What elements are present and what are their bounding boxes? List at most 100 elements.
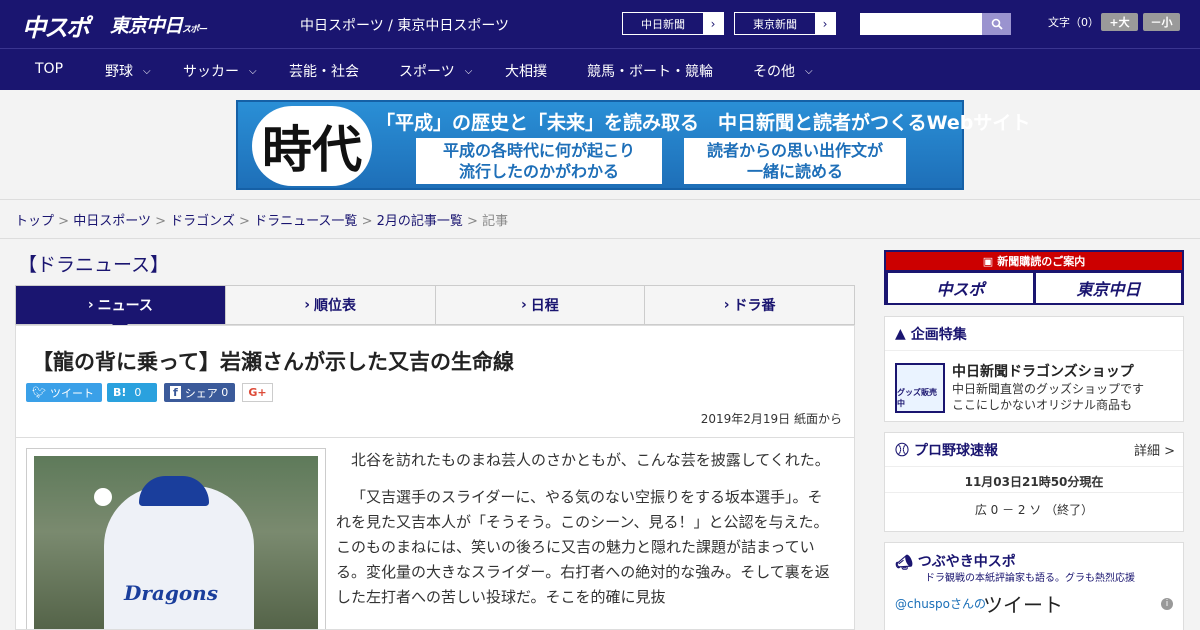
nav-item-top[interactable]: TOP	[35, 61, 63, 77]
score-detail-link[interactable]: 詳細 >	[1134, 440, 1175, 459]
banner-box-line: 平成の各時代に何が起こり	[442, 141, 635, 160]
nav-item-other[interactable]: その他 ⌵	[753, 61, 813, 81]
search-button[interactable]	[982, 13, 1011, 35]
chevron-right-icon: ›	[703, 13, 723, 34]
feature-box: ▲ 企画特集 グッズ販売中 中日新聞ドラゴンズショップ 中日新聞直営のグッズショッ…	[884, 316, 1184, 422]
banner-box-line: 流行したのかがわかる	[458, 162, 619, 181]
score-heading-text: プロ野球速報	[914, 442, 998, 459]
facebook-share-button[interactable]: f シェア 0	[164, 383, 235, 402]
twitter-subtitle: ドラ観戦の本紙評論家も語る。グラも熱烈応援	[925, 573, 1135, 584]
font-size-label: 文字（0）	[1048, 16, 1099, 29]
pin-icon: ▲	[895, 325, 906, 342]
section-tabs: › ニュース › 順位表 › 日程 › ドラ番	[15, 285, 855, 332]
breadcrumb-link[interactable]: 2月の記事一覧	[377, 214, 463, 229]
breadcrumb-link[interactable]: トップ	[15, 214, 54, 229]
breadcrumb-current: 記事	[482, 214, 509, 229]
chevron-down-icon: ⌵	[805, 65, 813, 77]
font-larger-button[interactable]: +大	[1101, 13, 1138, 31]
tokyo-shimbun-label: 東京新聞	[753, 17, 797, 31]
banner-box-memories: 読者からの思い出作文が 一緒に読める	[684, 138, 906, 184]
nav-item-soccer[interactable]: サッカー ⌵	[183, 61, 257, 81]
nav-label: TOP	[35, 61, 64, 77]
breadcrumb-separator: >	[239, 214, 250, 229]
chunichi-shimbun-link[interactable]: 中日新聞 ›	[622, 12, 724, 35]
banner-headline: 「平成」の歴史と「未来」を読み取る 中日新聞と読者がつくるWebサイト	[376, 112, 1031, 134]
dragons-shop-image[interactable]: グッズ販売中	[895, 363, 945, 413]
tweet-button[interactable]: 🐦︎ ツイート	[26, 383, 102, 402]
chevron-right-icon: ›	[723, 297, 730, 313]
breadcrumb: トップ > 中日スポーツ > ドラゴンズ > ドラニュース一覧 > 2月の記事一…	[15, 210, 508, 229]
breadcrumb-link[interactable]: 中日スポーツ	[73, 214, 151, 229]
nav-label: サッカー	[183, 64, 239, 80]
breadcrumb-separator: >	[155, 214, 166, 229]
breadcrumb-separator: >	[361, 214, 373, 229]
baseball	[94, 488, 112, 506]
player-cap	[139, 476, 209, 506]
jersey-logo: Dragons	[124, 581, 218, 605]
subscribe-chuspo-button[interactable]: 中スポ	[888, 273, 1033, 303]
facebook-icon: f	[170, 386, 181, 399]
article-title: 【龍の背に乗って】岩瀬さんが示した又吉の生命線	[32, 350, 514, 374]
section-title: 【ドラニュース】	[18, 254, 170, 276]
nav-label: 野球	[105, 64, 133, 80]
divider	[16, 437, 854, 438]
main-nav: TOP 野球 ⌵ サッカー ⌵ 芸能・社会 スポーツ ⌵ 大相撲 競馬・ボート・競輪 …	[0, 48, 1200, 90]
tweets-label: ツイート	[983, 593, 1063, 617]
tab-label: ドラ番	[733, 298, 776, 314]
nav-item-entertainment[interactable]: 芸能・社会	[289, 61, 359, 81]
nav-item-racing[interactable]: 競馬・ボート・競輪	[587, 61, 713, 81]
twitter-handle[interactable]: @chuspoさんの	[895, 595, 986, 612]
feature-heading-text: 企画特集	[910, 326, 967, 343]
breadcrumb-link[interactable]: ドラニュース一覧	[254, 214, 357, 229]
shop-title[interactable]: 中日新聞ドラゴンズショップ	[952, 361, 1134, 381]
chuspo-logo[interactable]: 中スポ	[22, 8, 102, 42]
site-header: 中スポ 東京中日スポーツ 中日スポーツ / 東京中日スポーツ 中日新聞 › 東京…	[0, 0, 1200, 58]
newspaper-icon: ▣	[982, 254, 994, 268]
article-body: 北谷を訪れたものまね芸人のさかともが、こんな芸を披露してくれた。 「又吉選手のス…	[336, 448, 836, 622]
jidai-banner[interactable]: 時代 「平成」の歴史と「未来」を読み取る 中日新聞と読者がつくるWebサイト 平…	[236, 100, 1031, 190]
breadcrumb-separator: >	[58, 214, 70, 229]
google-plus-button[interactable]: G+	[242, 383, 273, 402]
tokyo-shimbun-link[interactable]: 東京新聞 ›	[734, 12, 836, 35]
hatena-icon: B!	[113, 386, 127, 399]
nav-item-sports[interactable]: スポーツ ⌵	[399, 61, 472, 81]
nav-label: 大相撲	[505, 64, 547, 80]
info-icon[interactable]: i	[1161, 598, 1173, 610]
chunichi-shimbun-label: 中日新聞	[641, 17, 685, 31]
breadcrumb-link[interactable]: ドラゴンズ	[170, 214, 235, 229]
banner-box-history: 平成の各時代に何が起こり 流行したのかがわかる	[416, 138, 662, 184]
tab-dora-ban[interactable]: › ドラ番	[645, 286, 854, 324]
subscription-heading-text: 新聞購読のご案内	[997, 255, 1086, 268]
site-title: 中日スポーツ / 東京中日スポーツ	[300, 18, 510, 34]
chevron-down-icon: ⌵	[464, 65, 473, 77]
nav-item-baseball[interactable]: 野球 ⌵	[105, 61, 151, 81]
font-smaller-button[interactable]: －小	[1143, 13, 1180, 31]
subscription-box: ▣ 新聞購読のご案内 中スポ 東京中日	[884, 250, 1184, 305]
article-photo[interactable]: Dragons	[34, 456, 318, 629]
subscription-heading: ▣ 新聞購読のご案内	[886, 252, 1182, 270]
tab-schedule[interactable]: › 日程	[435, 286, 646, 324]
tab-standings[interactable]: › 順位表	[225, 286, 436, 324]
tab-label: ニュース	[97, 298, 153, 314]
score-box: ⚾︎ プロ野球速報 詳細 > 11月03日21時50分現在 広 0 － 2 ソ （終…	[884, 432, 1184, 532]
nav-label: その他	[753, 64, 795, 80]
nav-label: 芸能・社会	[289, 64, 359, 80]
search-icon	[991, 18, 1003, 30]
nav-item-sumo[interactable]: 大相撲	[505, 61, 547, 81]
tokyo-chunichi-logo[interactable]: 東京中日スポーツ	[110, 11, 210, 58]
subscribe-tokyo-button[interactable]: 東京中日	[1036, 273, 1181, 303]
twitter-icon: 🐦︎	[32, 386, 46, 399]
tab-news[interactable]: › ニュース	[16, 286, 226, 332]
chevron-right-icon: ›	[304, 297, 311, 313]
facebook-count: 0	[221, 386, 229, 399]
article: 【龍の背に乗って】岩瀬さんが示した又吉の生命線 🐦︎ ツイート B! 0 f シェア …	[15, 325, 855, 630]
shop-desc-line: 中日新聞直営のグッズショップです	[952, 382, 1145, 396]
score-result[interactable]: 広 0 － 2 ソ （終了）	[885, 493, 1183, 518]
article-dateline: 2019年2月19日 紙面から	[700, 412, 842, 426]
article-paragraph: 「又吉選手のスライダーに、やる気のない空振りをする坂本選手」。それを見た又吉本人…	[336, 488, 830, 606]
hatena-bookmark-button[interactable]: B! 0	[107, 383, 157, 402]
banner-logo: 時代	[252, 106, 372, 186]
search-input[interactable]	[860, 13, 982, 35]
twitter-heading-text: つぶやき中スポ	[917, 554, 1016, 570]
banner-box-line: 読者からの思い出作文が	[706, 141, 883, 160]
